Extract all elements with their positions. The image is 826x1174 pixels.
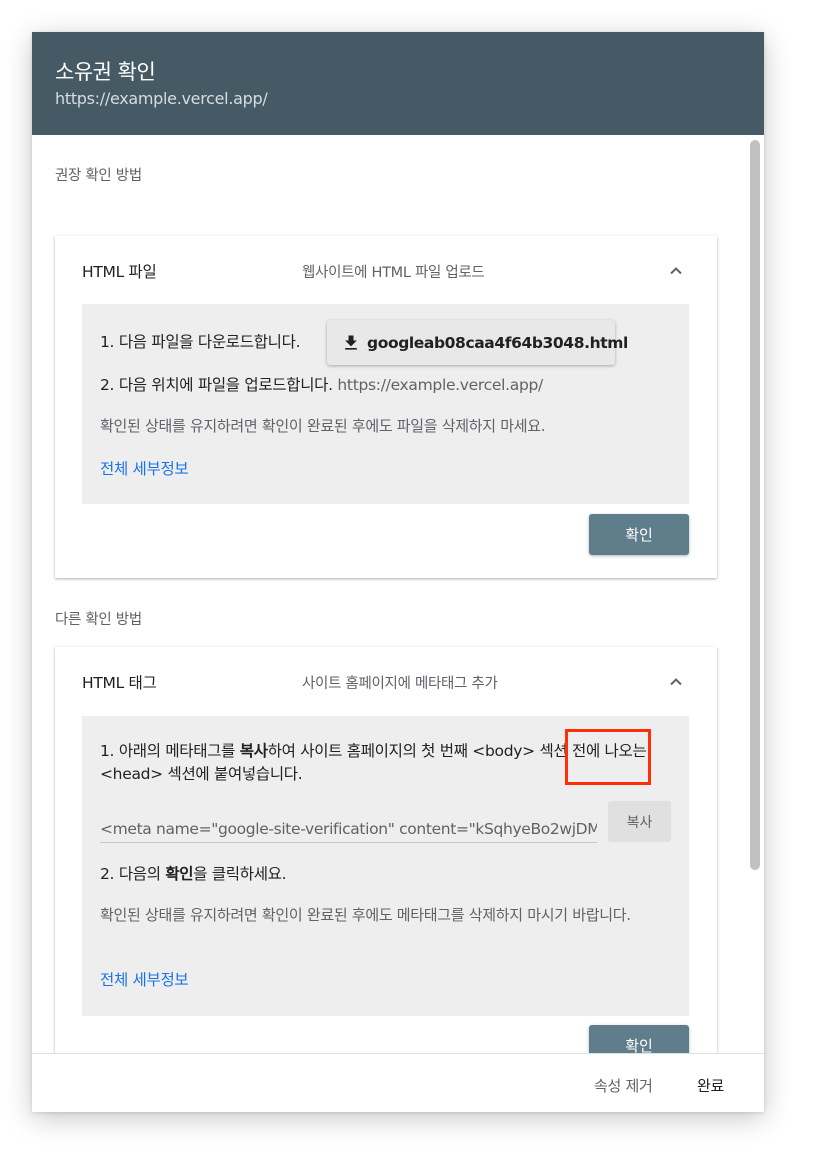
dialog-header: 소유권 확인 https://example.vercel.app/	[32, 32, 764, 135]
chevron-up-icon[interactable]	[664, 670, 688, 694]
html-tag-card: HTML 태그 사이트 홈페이지에 메타태그 추가 1. 아래의 메타태그를 복…	[55, 647, 717, 1053]
scrollbar-thumb[interactable]	[750, 140, 760, 870]
step-confirm-bold: 확인	[165, 865, 194, 883]
full-details-link[interactable]: 전체 세부정보	[100, 968, 189, 990]
step-confirm: 2. 다음의 확인을 클릭하세요.	[100, 863, 287, 886]
chevron-up-icon[interactable]	[664, 259, 688, 283]
step-upload-text: 2. 다음 위치에 파일을 업로드합니다.	[100, 376, 333, 394]
step-copy-bold: 복사	[239, 742, 268, 760]
step-copy: 1. 아래의 메타태그를 복사하여 사이트 홈페이지의 첫 번째 <body> …	[100, 740, 670, 786]
dialog-content: 권장 확인 방법 HTML 파일 웹사이트에 HTML 파일 업로드 1. 다음…	[32, 135, 764, 1053]
ownership-dialog: 소유권 확인 https://example.vercel.app/ 권장 확인…	[32, 32, 764, 1112]
card-subtitle: 사이트 홈페이지에 메타태그 추가	[302, 676, 498, 692]
meta-tag-field[interactable]: <meta name="google-site-verification" co…	[100, 820, 597, 843]
full-details-link[interactable]: 전체 세부정보	[100, 457, 189, 479]
download-icon	[345, 335, 357, 350]
step-copy-text: 1. 아래의 메타태그를	[100, 742, 240, 760]
card-title: HTML 태그	[82, 674, 157, 692]
step-upload: 2. 다음 위치에 파일을 업로드합니다. https://example.ve…	[100, 374, 543, 397]
card-title: HTML 파일	[82, 263, 157, 281]
dialog-footer: 속성 제거 완료	[32, 1053, 764, 1112]
card-subtitle: 웹사이트에 HTML 파일 업로드	[302, 265, 485, 281]
dialog-title: 소유권 확인	[55, 60, 156, 84]
step-confirm-text: 2. 다음의	[100, 865, 166, 883]
instructions-panel: 1. 아래의 메타태그를 복사하여 사이트 홈페이지의 첫 번째 <body> …	[82, 716, 689, 1016]
done-button[interactable]: 완료	[697, 1075, 724, 1096]
instructions-panel: 1. 다음 파일을 다운로드합니다. googleab08caa4f64b304…	[82, 304, 689, 504]
confirm-button[interactable]: 확인	[589, 1025, 689, 1053]
scrollbar[interactable]	[745, 138, 763, 1050]
confirm-button[interactable]: 확인	[589, 514, 689, 555]
remove-property-button[interactable]: 속성 제거	[594, 1075, 653, 1096]
download-file-name: googleab08caa4f64b3048.html	[367, 333, 628, 352]
other-section-label: 다른 확인 방법	[55, 612, 142, 628]
property-url: https://example.vercel.app/	[55, 89, 268, 108]
download-file-button[interactable]: googleab08caa4f64b3048.html	[327, 320, 628, 365]
upload-url: https://example.vercel.app/	[337, 376, 543, 394]
step-download: 1. 다음 파일을 다운로드합니다.	[100, 333, 301, 351]
html-file-card: HTML 파일 웹사이트에 HTML 파일 업로드 1. 다음 파일을 다운로드…	[55, 236, 717, 578]
copy-button[interactable]: 복사	[608, 801, 671, 842]
keep-tag-note: 확인된 상태를 유지하려면 확인이 완료된 후에도 메타태그를 삭제하지 마시기…	[100, 906, 631, 924]
keep-file-note: 확인된 상태를 유지하려면 확인이 완료된 후에도 파일을 삭제하지 마세요.	[100, 417, 546, 435]
recommended-section-label: 권장 확인 방법	[55, 168, 142, 184]
step-confirm-text-rest: 을 클릭하세요.	[193, 865, 287, 883]
